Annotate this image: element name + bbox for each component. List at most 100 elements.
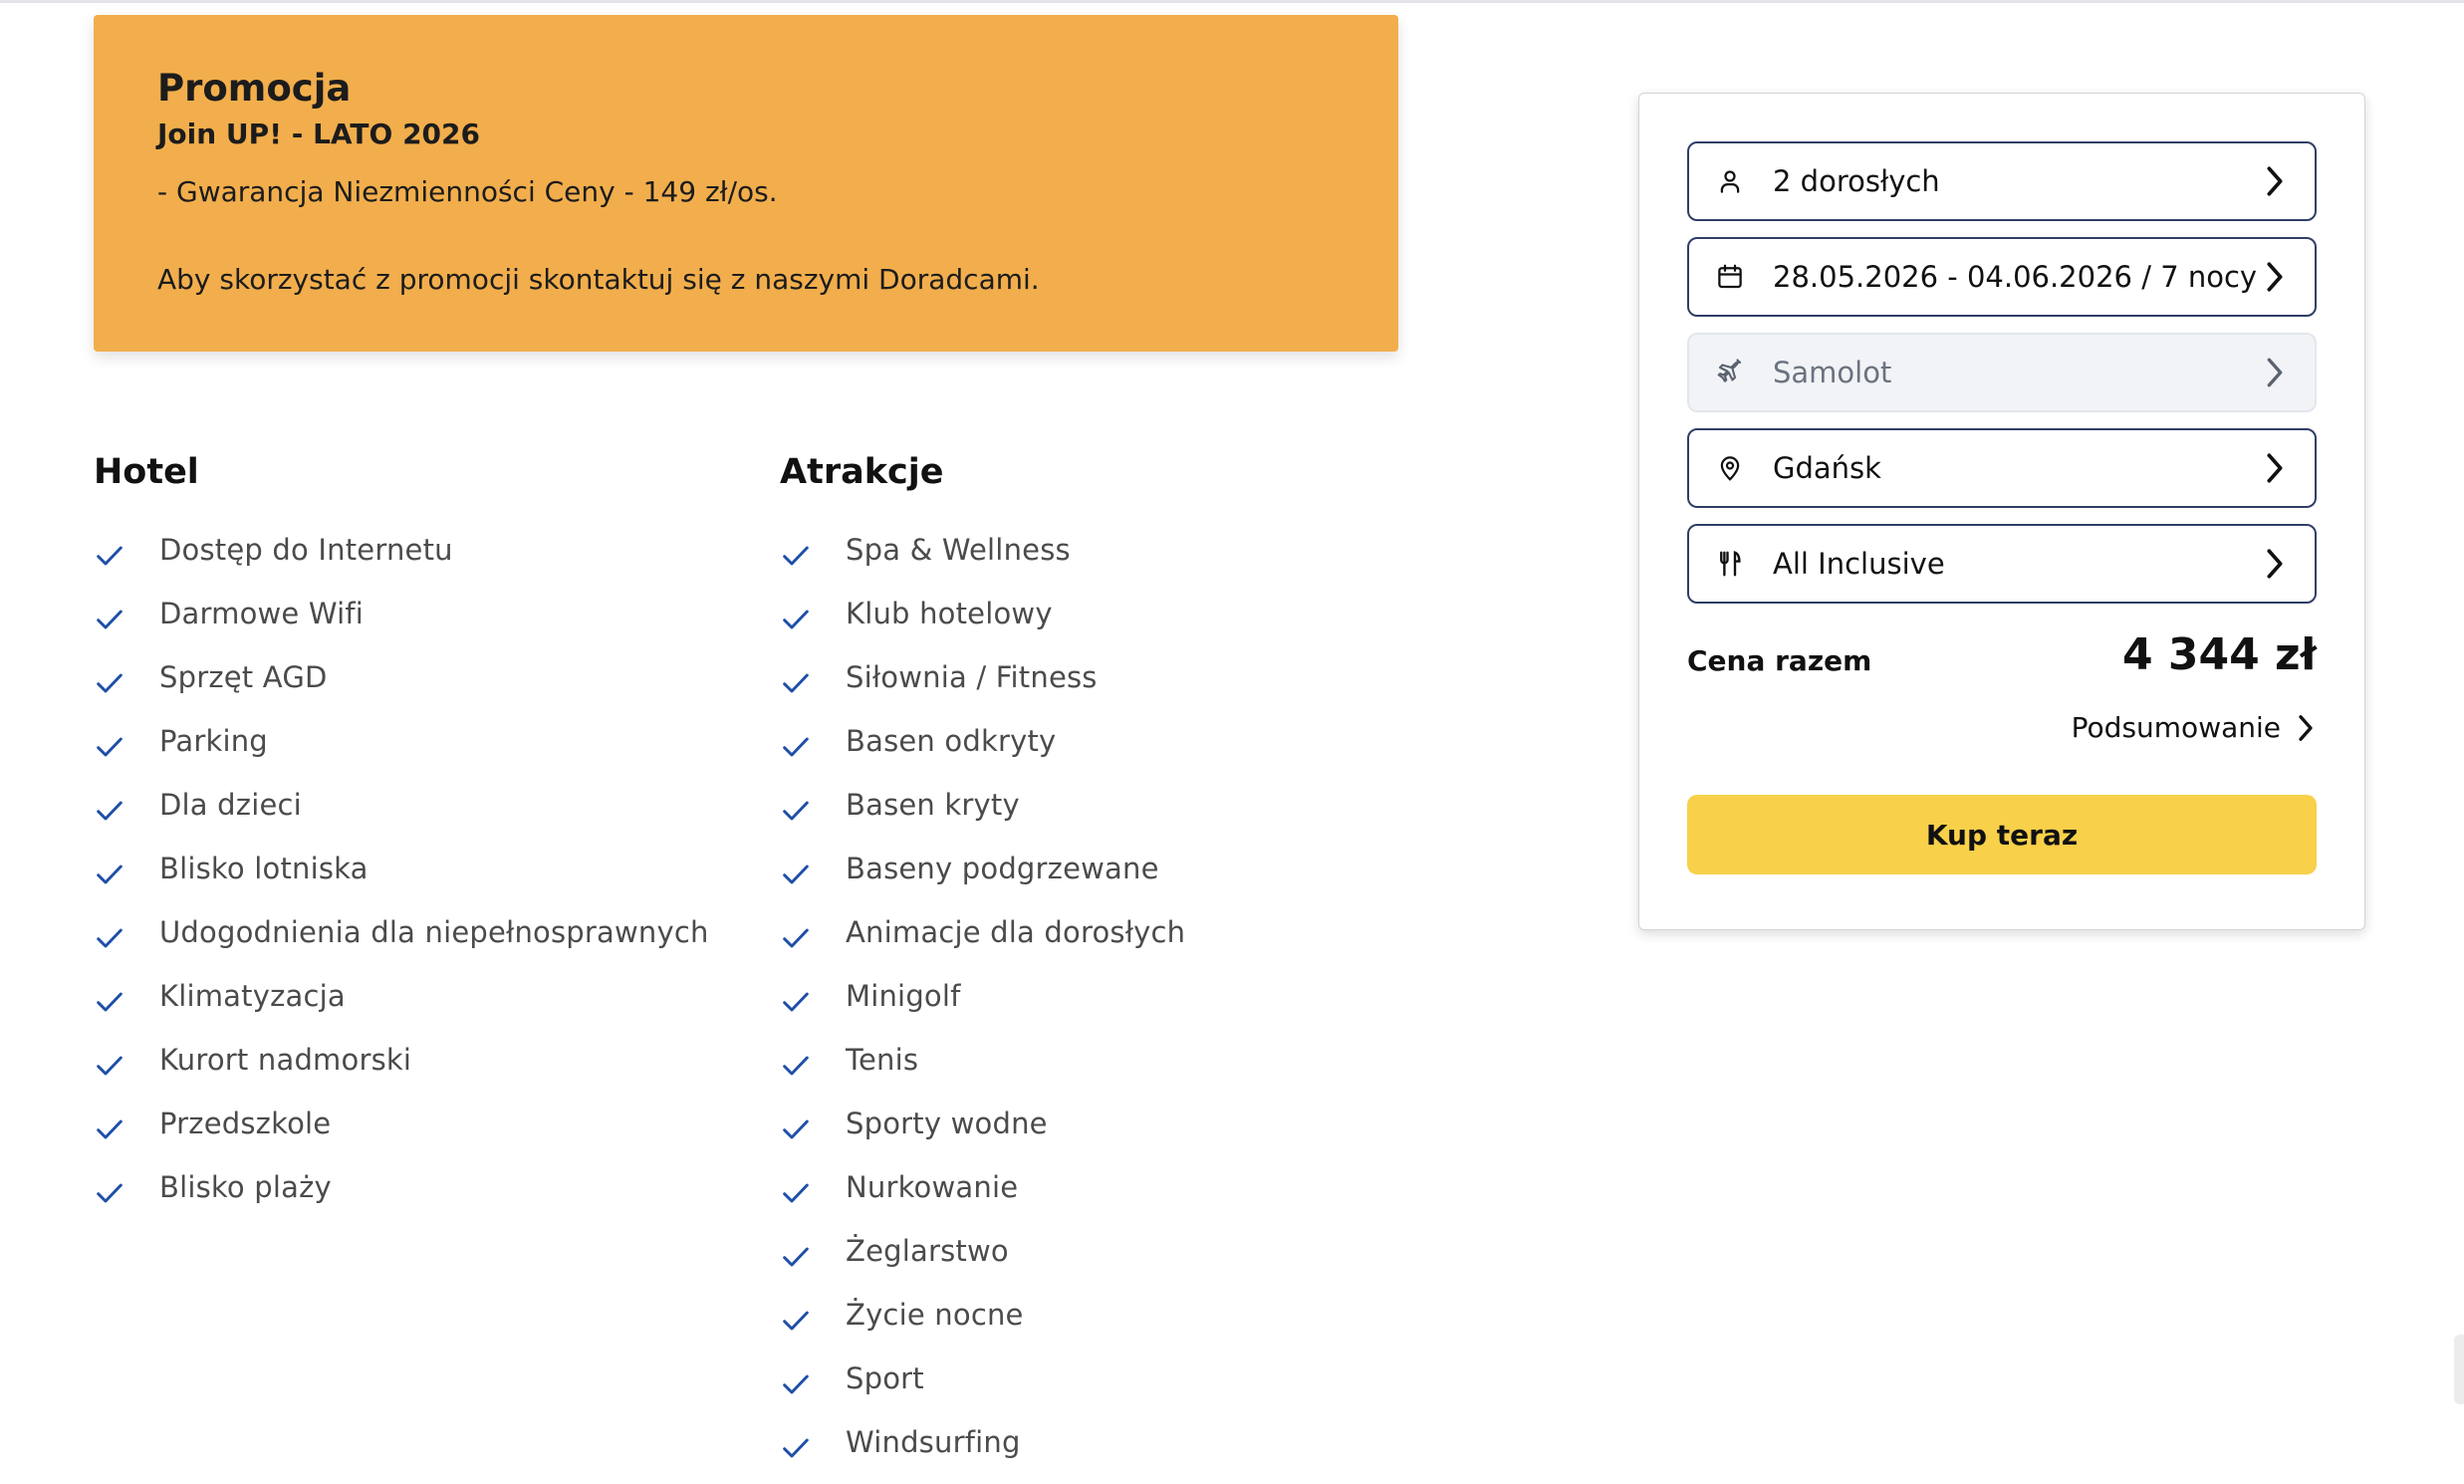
list-item: Animacje dla dorosłych	[780, 900, 1417, 964]
feature-label: Przedszkole	[159, 1107, 332, 1140]
feature-label: Basen kryty	[846, 788, 1020, 822]
feature-label: Sport	[846, 1361, 924, 1395]
list-item: Sprzęt AGD	[94, 645, 731, 709]
booking-card: 2 dorosłych 28.05.2026 - 04.06.2026 / 7 …	[1638, 93, 2365, 930]
feature-label: Nurkowanie	[846, 1170, 1019, 1204]
check-icon	[783, 928, 809, 948]
check-icon	[783, 737, 809, 757]
check-icon	[97, 610, 123, 629]
feature-label: Kurort nadmorski	[159, 1043, 412, 1077]
departure-selector[interactable]: Gdańsk	[1687, 428, 2317, 508]
check-icon	[783, 610, 809, 629]
side-widget-edge	[2454, 1335, 2464, 1404]
chevron-right-icon	[2267, 549, 2283, 579]
check-icon	[783, 673, 809, 693]
check-icon	[97, 992, 123, 1012]
list-item: Spa & Wellness	[780, 518, 1417, 582]
summary-label: Podsumowanie	[2071, 711, 2281, 744]
promo-subtitle: Join UP! - LATO 2026	[157, 118, 480, 150]
departure-label: Gdańsk	[1773, 451, 1881, 485]
feature-label: Klub hotelowy	[846, 597, 1053, 630]
check-icon	[97, 801, 123, 821]
summary-link[interactable]: Podsumowanie	[2072, 711, 2317, 744]
feature-label: Klimatyzacja	[159, 979, 346, 1013]
check-icon	[97, 737, 123, 757]
check-icon	[783, 1056, 809, 1076]
feature-label: Tenis	[846, 1043, 919, 1077]
list-item: Żeglarstwo	[780, 1219, 1417, 1283]
list-item: Minigolf	[780, 964, 1417, 1028]
check-icon	[97, 928, 123, 948]
feature-label: Windsurfing	[846, 1425, 1021, 1459]
board-selector[interactable]: All Inclusive	[1687, 524, 2317, 604]
list-item: Darmowe Wifi	[94, 582, 731, 645]
transport-selector[interactable]: Samolot	[1687, 333, 2317, 412]
list-item: Parking	[94, 709, 731, 773]
list-item: Basen kryty	[780, 773, 1417, 837]
hotel-section: Hotel Dostęp do Internetu Darmowe Wifi Spr…	[94, 446, 731, 1219]
check-icon	[97, 1056, 123, 1076]
feature-label: Sprzęt AGD	[159, 660, 328, 694]
feature-label: Życie nocne	[846, 1298, 1024, 1332]
feature-label: Sporty wodne	[846, 1107, 1048, 1140]
travelers-label: 2 dorosłych	[1773, 164, 1940, 198]
travelers-selector[interactable]: 2 dorosłych	[1687, 141, 2317, 221]
page: Promocja Join UP! - LATO 2026 - Gwarancj…	[0, 0, 2464, 1484]
check-icon	[97, 673, 123, 693]
list-item: Klub hotelowy	[780, 582, 1417, 645]
chevron-right-icon	[2267, 166, 2283, 196]
feature-label: Baseny podgrzewane	[846, 852, 1159, 885]
calendar-icon	[1713, 260, 1747, 294]
promo-contact-note: Aby skorzystać z promocji skontaktuj się…	[157, 263, 1040, 296]
chevron-right-icon	[2267, 453, 2283, 483]
check-icon	[783, 801, 809, 821]
list-item: Klimatyzacja	[94, 964, 731, 1028]
check-icon	[783, 865, 809, 884]
check-icon	[783, 1374, 809, 1394]
check-icon	[783, 546, 809, 566]
person-icon	[1713, 164, 1747, 198]
list-item: Dostęp do Internetu	[94, 518, 731, 582]
chevron-right-icon	[2267, 358, 2283, 387]
location-pin-icon	[1713, 451, 1747, 485]
list-item: Sporty wodne	[780, 1092, 1417, 1155]
feature-label: Blisko plaży	[159, 1170, 332, 1204]
feature-label: Basen odkryty	[846, 724, 1057, 758]
check-icon	[783, 1119, 809, 1139]
feature-label: Parking	[159, 724, 268, 758]
check-icon	[97, 1119, 123, 1139]
promo-title: Promocja	[157, 67, 352, 110]
check-icon	[783, 1247, 809, 1267]
list-item: Udogodnienia dla niepełnosprawnych	[94, 900, 731, 964]
plane-icon	[1713, 356, 1747, 389]
chevron-right-icon	[2299, 714, 2313, 741]
feature-label: Dla dzieci	[159, 788, 302, 822]
list-item: Blisko plaży	[94, 1155, 731, 1219]
list-item: Dla dzieci	[94, 773, 731, 837]
promo-guarantee-text: - Gwarancja Niezmienności Ceny - 149 zł/…	[157, 175, 778, 208]
list-item: Życie nocne	[780, 1283, 1417, 1347]
check-icon	[97, 865, 123, 884]
list-item: Windsurfing	[780, 1410, 1417, 1474]
feature-label: Udogodnienia dla niepełnosprawnych	[159, 915, 709, 949]
check-icon	[783, 1438, 809, 1458]
check-icon	[97, 546, 123, 566]
buy-now-button[interactable]: Kup teraz	[1687, 795, 2317, 874]
dates-selector[interactable]: 28.05.2026 - 04.06.2026 / 7 nocy	[1687, 237, 2317, 317]
feature-label: Spa & Wellness	[846, 533, 1071, 567]
list-item: Nurkowanie	[780, 1155, 1417, 1219]
dates-label: 28.05.2026 - 04.06.2026 / 7 nocy	[1773, 260, 2258, 294]
list-item: Kurort nadmorski	[94, 1028, 731, 1092]
feature-label: Blisko lotniska	[159, 852, 369, 885]
board-label: All Inclusive	[1773, 547, 1945, 581]
check-icon	[783, 1311, 809, 1331]
feature-label: Darmowe Wifi	[159, 597, 365, 630]
list-item: Sport	[780, 1347, 1417, 1410]
feature-label: Dostęp do Internetu	[159, 533, 453, 567]
cutlery-icon	[1713, 547, 1747, 581]
attractions-section: Atrakcje Spa & Wellness Klub hotelowy Siło…	[780, 446, 1417, 1474]
list-item: Tenis	[780, 1028, 1417, 1092]
list-item: Siłownia / Fitness	[780, 645, 1417, 709]
check-icon	[783, 992, 809, 1012]
list-item: Blisko lotniska	[94, 837, 731, 900]
